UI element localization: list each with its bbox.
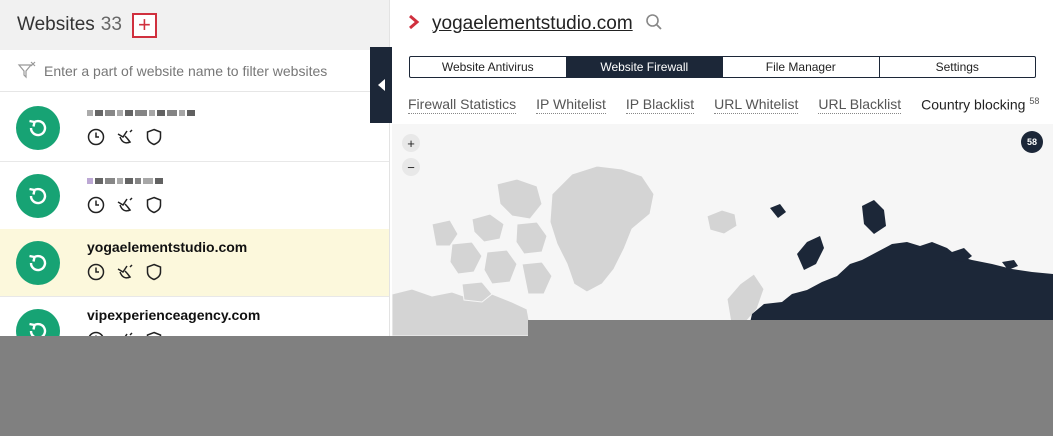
shield-icon[interactable] <box>145 128 163 151</box>
redacted-block <box>87 178 93 184</box>
shield-icon[interactable] <box>145 263 163 286</box>
collapse-panel-button[interactable] <box>370 47 392 123</box>
island-novaya-zemlya <box>797 236 824 270</box>
site-row[interactable]: vipexperienceagency.com <box>0 297 389 336</box>
redacted-block <box>157 110 165 116</box>
blocked-count-badge: 58 <box>1021 131 1043 153</box>
redacted-block <box>135 110 147 116</box>
redacted-block <box>155 178 163 184</box>
redacted-block <box>179 110 185 116</box>
subtab-ip-blacklist[interactable]: IP Blacklist <box>625 96 695 114</box>
website-filter-input[interactable] <box>42 61 362 80</box>
country-iceland <box>706 209 738 235</box>
redacted-block <box>95 110 103 116</box>
chevron-right-icon <box>408 14 420 35</box>
site-status-icon <box>16 105 60 150</box>
site-row[interactable] <box>0 94 389 162</box>
subtab-ip-whitelist[interactable]: IP Whitelist <box>536 96 606 114</box>
clock-icon[interactable] <box>87 128 105 151</box>
redacted-block <box>105 178 115 184</box>
search-icon[interactable] <box>645 13 663 36</box>
zoom-in-button[interactable]: + <box>402 134 420 152</box>
main-tabs: Website Antivirus Website Firewall File … <box>409 56 1036 78</box>
firewall-sub-tabs: Firewall Statistics IP Whitelist IP Blac… <box>408 96 1039 114</box>
site-row-selected[interactable]: yogaelementstudio.com <box>0 229 389 297</box>
island-2 <box>471 213 505 243</box>
site-detail-panel: yogaelementstudio.com Website Antivirus … <box>392 0 1053 336</box>
island-franz-josef <box>770 204 786 218</box>
tab-file-manager[interactable]: File Manager <box>723 57 880 77</box>
broom-icon[interactable] <box>115 196 135 219</box>
island-severnaya-zemlya <box>862 200 886 234</box>
broom-icon[interactable] <box>115 263 135 286</box>
bottom-overlay <box>0 336 1053 436</box>
clock-icon[interactable] <box>87 196 105 219</box>
site-status-icon <box>16 173 60 218</box>
country-blocking-map[interactable]: + − 58 <box>392 124 1053 336</box>
redacted-block <box>125 178 133 184</box>
island-7 <box>521 261 553 295</box>
zoom-out-button[interactable]: − <box>402 158 420 176</box>
world-map <box>392 165 1053 336</box>
add-website-button[interactable]: + <box>131 12 157 38</box>
redacted-block <box>135 178 141 184</box>
subtab-country-blocking[interactable]: Country blocking 58 <box>921 96 1039 114</box>
redacted-block <box>187 110 195 116</box>
tab-website-antivirus[interactable]: Website Antivirus <box>410 57 567 77</box>
websites-title: Websites <box>17 14 95 35</box>
country-blocking-count: 58 <box>1029 96 1040 106</box>
country-canada-region <box>392 288 533 336</box>
websites-count: 33 <box>100 14 122 35</box>
site-name-redacted <box>87 104 195 122</box>
country-greenland <box>549 165 655 293</box>
site-name: yogaelementstudio.com <box>87 239 248 255</box>
island-6 <box>431 219 459 247</box>
tab-settings[interactable]: Settings <box>880 57 1036 77</box>
filter-icon <box>17 61 37 81</box>
island-1 <box>496 178 543 220</box>
websites-panel: Websites 33 + Enter a part of website na… <box>0 0 390 336</box>
shield-icon[interactable] <box>145 196 163 219</box>
redacted-block <box>105 110 115 116</box>
island-3 <box>515 221 548 255</box>
redacted-block <box>117 178 123 184</box>
filter-row <box>0 50 389 92</box>
redacted-block <box>149 110 155 116</box>
site-row[interactable] <box>0 162 389 230</box>
broom-icon[interactable] <box>115 128 135 151</box>
redacted-block <box>125 110 133 116</box>
site-title-link[interactable]: yogaelementstudio.com <box>432 13 633 35</box>
site-name: vipexperienceagency.com <box>87 307 261 323</box>
site-status-icon <box>16 240 60 285</box>
websites-header: Websites 33 + <box>0 0 389 50</box>
caret-left-icon <box>378 79 385 91</box>
redacted-block <box>143 178 153 184</box>
redacted-block <box>87 110 93 116</box>
site-name-redacted <box>87 172 163 190</box>
tab-website-firewall[interactable]: Website Firewall <box>566 57 723 77</box>
site-status-icon <box>16 308 60 336</box>
redacted-block <box>167 110 177 116</box>
redacted-block <box>95 178 103 184</box>
subtab-firewall-statistics[interactable]: Firewall Statistics <box>408 96 517 114</box>
subtab-url-whitelist[interactable]: URL Whitelist <box>714 96 799 114</box>
subtab-country-blocking-label: Country blocking <box>921 96 1026 113</box>
clock-icon[interactable] <box>87 263 105 286</box>
subtab-url-blacklist[interactable]: URL Blacklist <box>818 96 902 114</box>
redacted-block <box>117 110 123 116</box>
island-4 <box>449 241 483 275</box>
site-header: yogaelementstudio.com <box>392 0 1053 48</box>
island-5 <box>483 249 518 285</box>
